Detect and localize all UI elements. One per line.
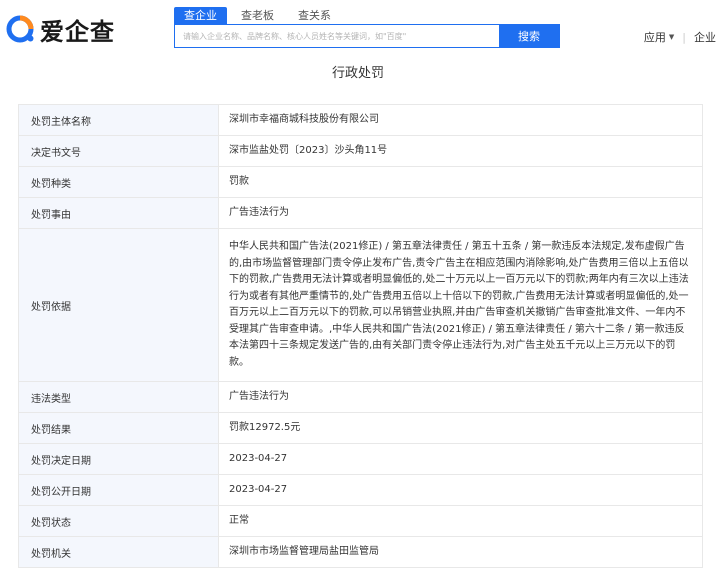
table-row: 处罚依据 中华人民共和国广告法(2021修正) / 第五章法律责任 / 第五十五… [18,228,703,382]
row-value: 2023-04-27 [218,443,703,475]
row-value: 罚款 [218,166,703,198]
row-label: 处罚种类 [18,166,219,198]
table-row: 处罚决定日期 2023-04-27 [18,443,703,475]
row-value: 广告违法行为 [218,381,703,413]
table-row: 处罚结果 罚款12972.5元 [18,412,703,444]
row-value: 正常 [218,505,703,537]
logo-icon [6,14,36,44]
row-value: 2023-04-27 [218,474,703,506]
row-label: 处罚机关 [18,536,219,568]
tab-search-company[interactable]: 查企业 [174,7,227,25]
logo-text: 爱企查 [40,17,115,46]
table-row: 处罚机关 深圳市市场监督管理局盐田监管局 [18,536,703,568]
row-label: 处罚决定日期 [18,443,219,475]
top-header: 爱企查 查企业 查老板 查关系 搜索 应用 ▼ | 企业 [0,0,716,56]
row-label: 处罚结果 [18,412,219,444]
row-label: 违法类型 [18,381,219,413]
row-value: 深圳市市场监督管理局盐田监管局 [218,536,703,568]
row-label: 处罚依据 [18,228,219,382]
table-row: 违法类型 广告违法行为 [18,381,703,413]
header-menu: 应用 ▼ | 企业 [644,29,716,45]
page-title: 行政处罚 [331,66,384,81]
row-value: 深圳市幸福商城科技股份有限公司 [218,104,703,136]
chevron-down-icon: ▼ [668,33,675,41]
search-button[interactable]: 搜索 [499,25,559,47]
table-row: 处罚公开日期 2023-04-27 [18,474,703,506]
row-value: 中华人民共和国广告法(2021修正) / 第五章法律责任 / 第五十五条 / 第… [218,228,703,382]
search-tabs: 查企业 查老板 查关系 [174,7,345,25]
search-input[interactable] [175,25,499,47]
tab-search-relation[interactable]: 查关系 [288,7,341,25]
table-row: 处罚种类 罚款 [18,166,703,198]
row-label: 处罚主体名称 [18,104,219,136]
row-label: 决定书文号 [18,135,219,167]
row-value: 深市监盐处罚〔2023〕沙头角11号 [218,135,703,167]
row-label: 处罚事由 [18,197,219,229]
table-row: 处罚主体名称 深圳市幸福商城科技股份有限公司 [18,104,703,136]
row-label: 处罚公开日期 [18,474,219,506]
row-value: 罚款12972.5元 [218,412,703,444]
apps-menu-label[interactable]: 应用 [644,29,666,45]
table-row: 处罚状态 正常 [18,505,703,537]
table-row: 处罚事由 广告违法行为 [18,197,703,229]
enterprise-menu-label[interactable]: 企业 [694,29,716,45]
table-row: 决定书文号 深市监盐处罚〔2023〕沙头角11号 [18,135,703,167]
penalty-detail-table: 处罚主体名称 深圳市幸福商城科技股份有限公司 决定书文号 深市监盐处罚〔2023… [18,104,703,568]
row-value: 广告违法行为 [218,197,703,229]
search-box: 搜索 [174,24,560,48]
menu-divider: | [682,30,686,44]
tab-search-boss[interactable]: 查老板 [231,7,284,25]
row-label: 处罚状态 [18,505,219,537]
logo[interactable]: 爱企查 [6,9,126,49]
